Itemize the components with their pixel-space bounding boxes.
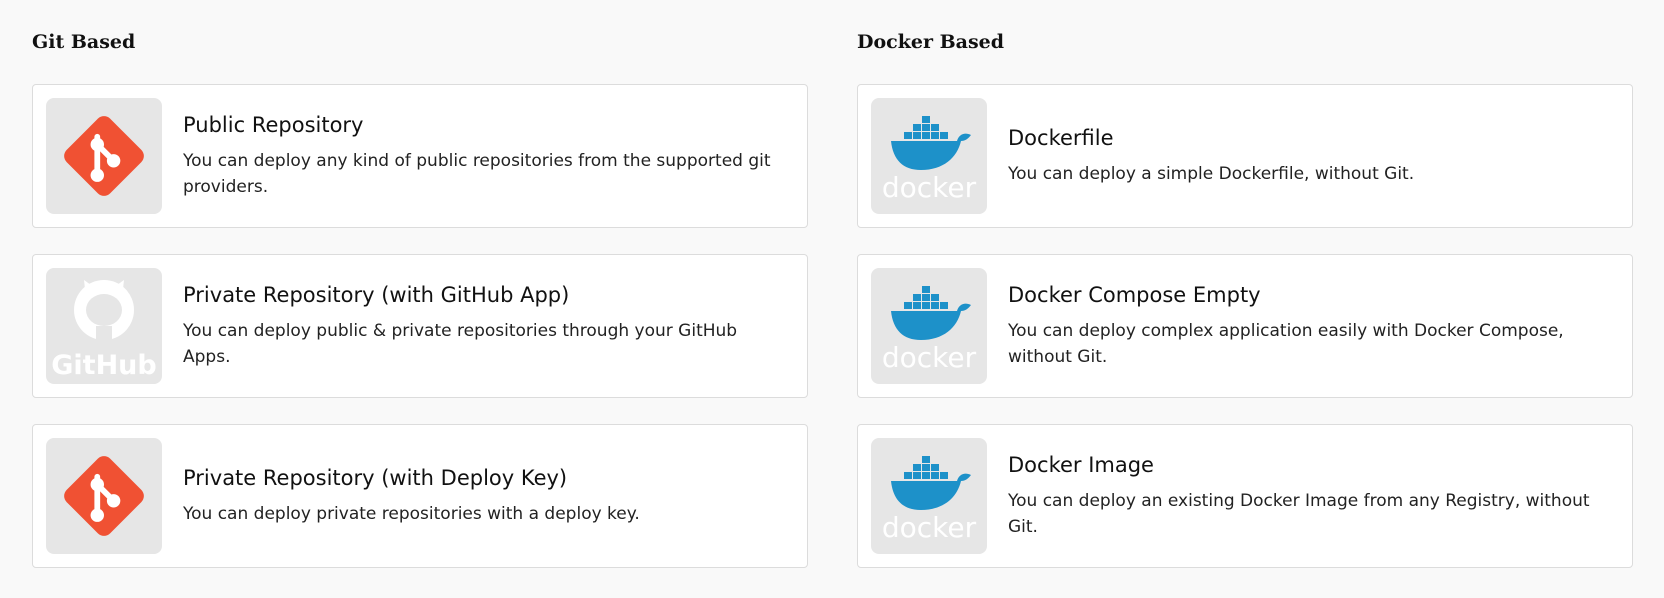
- card-title: Docker Image: [1008, 453, 1154, 477]
- card-docker-compose-empty[interactable]: docker Docker Compose Empty You can depl…: [857, 254, 1633, 398]
- docker-icon: docker: [871, 438, 987, 554]
- resource-type-selector: Git Based Public Repository You can depl…: [0, 0, 1664, 598]
- card-private-repository-github-app[interactable]: GitHub Private Repository (with GitHub A…: [32, 254, 808, 398]
- card-text: Private Repository (with GitHub App) You…: [183, 282, 783, 370]
- card-text: Docker Compose Empty You can deploy comp…: [1008, 282, 1608, 370]
- card-title: Private Repository (with Deploy Key): [183, 466, 568, 490]
- card-title: Docker Compose Empty: [1008, 283, 1261, 307]
- github-logo-text: GitHub: [51, 350, 156, 381]
- card-description: You can deploy complex application easil…: [1008, 321, 1564, 367]
- section-title-docker-based: Docker Based: [857, 31, 1005, 53]
- card-title: Private Repository (with GitHub App): [183, 283, 570, 307]
- docker-based-section: Docker Based docker Dockerfile You can d…: [857, 0, 1635, 594]
- docker-icon: docker: [871, 268, 987, 384]
- card-description: You can deploy an existing Docker Image …: [1008, 491, 1590, 537]
- section-title-git-based: Git Based: [32, 31, 136, 53]
- card-title: Public Repository: [183, 113, 364, 137]
- card-description: You can deploy any kind of public reposi…: [183, 151, 771, 197]
- card-title: Dockerfile: [1008, 126, 1114, 150]
- docker-logo-text: docker: [882, 341, 977, 374]
- git-based-section: Git Based Public Repository You can depl…: [32, 0, 810, 594]
- docker-logo-text: docker: [882, 511, 977, 544]
- card-description: You can deploy a simple Dockerfile, with…: [1008, 164, 1415, 184]
- card-text: Public Repository You can deploy any kin…: [183, 112, 783, 200]
- card-description: You can deploy private repositories with…: [183, 504, 640, 524]
- git-icon: [46, 98, 162, 214]
- card-docker-image[interactable]: docker Docker Image You can deploy an ex…: [857, 424, 1633, 568]
- git-icon: [46, 438, 162, 554]
- card-text: Dockerfile You can deploy a simple Docke…: [1008, 125, 1414, 187]
- card-private-repository-deploy-key[interactable]: Private Repository (with Deploy Key) You…: [32, 424, 808, 568]
- github-icon: GitHub: [46, 268, 162, 384]
- docker-icon: docker: [871, 98, 987, 214]
- card-text: Docker Image You can deploy an existing …: [1008, 452, 1608, 540]
- card-public-repository[interactable]: Public Repository You can deploy any kin…: [32, 84, 808, 228]
- docker-logo-text: docker: [882, 171, 977, 204]
- card-description: You can deploy public & private reposito…: [183, 321, 738, 367]
- card-dockerfile[interactable]: docker Dockerfile You can deploy a simpl…: [857, 84, 1633, 228]
- card-text: Private Repository (with Deploy Key) You…: [183, 465, 640, 527]
